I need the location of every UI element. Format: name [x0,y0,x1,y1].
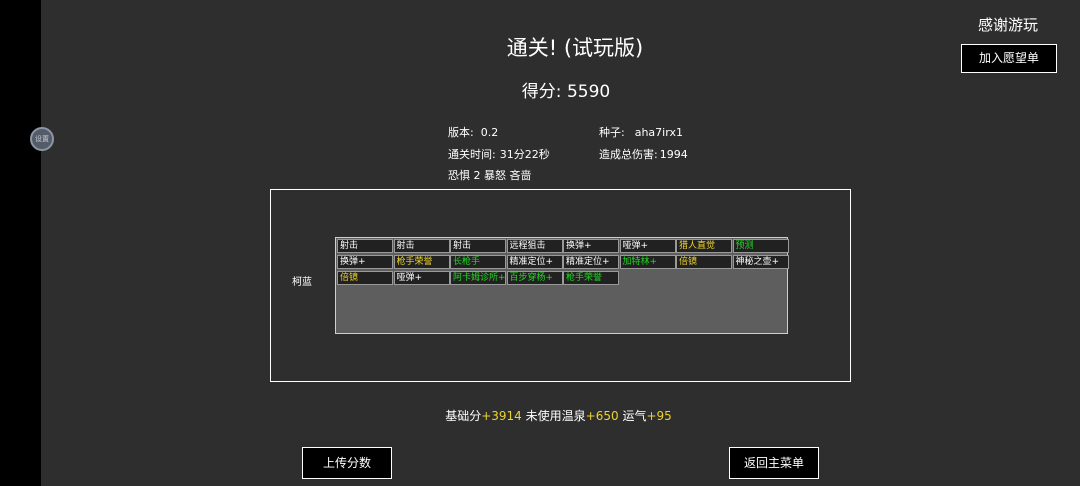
card-slot[interactable]: 枪手荣誉 [563,271,619,285]
card-slot[interactable]: 倍镜 [337,271,393,285]
base-score-label: 基础分 [445,409,482,423]
seed-info: 种子: aha7irx1 [599,124,683,140]
version-label: 版本: [448,126,474,139]
card-grid: 射击 射击 射击 远程狙击 换弹+ 哑弹+ 猎人直觉 预测 换弹+ 枪手荣誉 长枪手 精准定位+ 精准定… [335,237,789,334]
unused-spring-value: +650 [585,409,619,423]
luck-label: 运气 [622,409,647,423]
traits-info: 恐惧 2 暴怒 吝啬 [448,169,532,182]
upload-score-button[interactable]: 上传分数 [302,447,392,479]
luck-value: +95 [646,409,672,423]
score-breakdown: 基础分+3914 未使用温泉+650 运气+95 [0,407,1080,424]
version-value: 0.2 [480,126,499,139]
character-name: 柯蓝 [292,277,312,288]
card-slot[interactable]: 换弹+ [337,255,393,269]
page-title: 通关! (试玩版) [506,36,644,60]
base-score-value: +3914 [481,409,522,423]
clear-time-value: 31分22秒 [499,148,550,161]
settings-handle-icon[interactable]: 设置 [30,127,54,151]
card-slot[interactable]: 神秘之壶+ [732,255,789,269]
clear-time-info: 通关时间: 31分22秒 [448,146,550,162]
score-label: 得分: [521,82,562,102]
card-slot[interactable]: 射击 [393,239,450,253]
card-slot[interactable]: 换弹+ [563,239,619,253]
card-slot[interactable]: 枪手荣誉 [393,255,450,269]
card-slot[interactable]: 加特林+ [619,255,676,269]
seed-value: aha7irx1 [634,126,683,139]
damage-label: 造成总伤害: [599,148,658,161]
damage-value: 1994 [659,148,688,161]
card-slot[interactable]: 阿卡姆诊所+ [450,271,506,285]
score-value: 5590 [566,82,611,102]
clear-time-label: 通关时间: [448,148,496,161]
unused-spring-label: 未使用温泉 [525,409,586,423]
score-display: 得分: 5590 [0,77,1080,102]
wishlist-button[interactable]: 加入愿望单 [961,44,1057,73]
card-slot[interactable]: 倍镜 [676,255,732,269]
card-slot[interactable]: 远程狙击 [506,239,563,253]
card-slot[interactable]: 射击 [337,239,393,253]
card-slot[interactable]: 百步穿杨+ [506,271,563,285]
damage-info: 造成总伤害: 1994 [599,146,688,162]
card-slot[interactable]: 精准定位+ [563,255,619,269]
seed-label: 种子: [599,126,625,139]
card-slot[interactable]: 哑弹+ [393,271,450,285]
card-slot[interactable]: 哑弹+ [619,239,676,253]
card-slot[interactable]: 精准定位+ [506,255,563,269]
main-menu-button[interactable]: 返回主菜单 [729,447,819,479]
version-info: 版本: 0.2 [448,124,498,140]
card-slot[interactable]: 射击 [450,239,506,253]
thanks-text: 感谢游玩 [978,16,1039,34]
card-slot[interactable]: 预测 [732,239,789,253]
card-slot[interactable]: 长枪手 [450,255,506,269]
card-slot[interactable]: 猎人直觉 [676,239,732,253]
